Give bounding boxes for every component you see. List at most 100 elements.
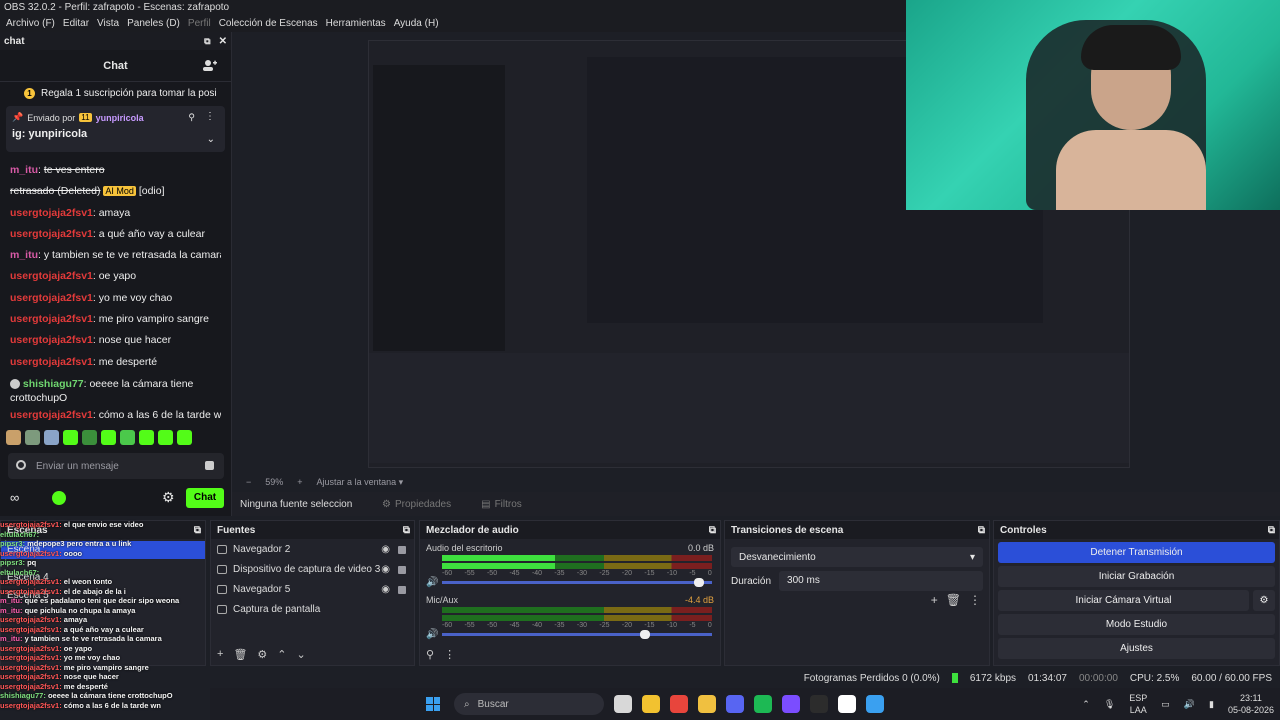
chat-username[interactable]: usergtojaja2fsv1 [10,334,93,346]
zoom-out-button[interactable]: − [246,477,251,487]
taskbar-app-icon[interactable] [782,695,800,713]
scene-item[interactable]: Escena [1,541,205,559]
chat-username[interactable]: usergtojaja2fsv1 [10,292,93,304]
gift-banner[interactable]: 1 Regala 1 suscripción para tomar la pos… [0,82,231,104]
studio-mode-button[interactable]: Modo Estudio [998,614,1275,635]
emote-icon[interactable] [120,430,135,445]
add-icon[interactable]: + [217,648,223,661]
volume-slider[interactable] [442,630,712,639]
float-icon[interactable]: ⧉ [978,525,985,536]
gear-icon[interactable]: ⚙ [257,648,267,661]
emote-icon[interactable] [25,430,40,445]
windows-start-icon[interactable] [426,697,440,711]
more-icon[interactable]: ⋮ [969,593,981,607]
volume-knob[interactable] [639,630,650,639]
volume-icon[interactable]: 🔊 [1184,699,1195,710]
source-item[interactable]: Dispositivo de captura de video 3 ◉ [211,559,414,579]
chat-username[interactable]: usergtojaja2fsv1 [10,313,93,325]
menu-paneles[interactable]: Paneles (D) [127,16,180,32]
trash-icon[interactable]: 🗑 [946,593,961,607]
taskbar-app-icon[interactable] [754,695,772,713]
eye-icon[interactable]: ◉ [381,564,390,575]
pinned-user[interactable]: yunpiricola [96,113,144,123]
chevron-up-icon[interactable]: ⌃ [1082,699,1090,710]
taskbar-app-icon[interactable] [866,695,884,713]
clock[interactable]: 23:11 05-08-2026 [1228,692,1274,716]
float-icon[interactable]: ⧉ [194,525,201,536]
taskbar-app-icon[interactable] [726,695,744,713]
float-icon[interactable]: ⧉ [709,525,716,536]
eye-icon[interactable]: ◉ [381,584,390,595]
emote-icon[interactable] [44,430,59,445]
chat-username[interactable]: usergtojaja2fsv1 [10,207,93,219]
emote-icon[interactable] [6,430,21,445]
link-icon[interactable]: ⚲ [426,648,434,661]
chat-username[interactable]: m_itu [10,164,38,176]
battery-icon[interactable]: ▮ [1209,699,1214,710]
close-icon[interactable]: ✕ [219,36,227,47]
menu-archivo[interactable]: Archivo (F) [6,16,55,32]
taskbar-search[interactable]: ⌕ Buscar [454,693,604,715]
eye-icon[interactable]: ◉ [381,544,390,555]
scene-item[interactable]: Escena 4 [1,569,205,587]
chat-username[interactable]: usergtojaja2fsv1 [10,356,93,368]
stop-stream-button[interactable]: Detener Transmisión [998,542,1275,563]
chat-input[interactable]: Enviar un mensaje [8,453,224,479]
down-icon[interactable]: ⌄ [297,648,306,661]
scene-item[interactable]: Escena 5 [1,587,205,605]
add-icon[interactable]: + [931,593,938,607]
language-indicator[interactable]: ESP LAA [1129,692,1147,716]
trash-icon[interactable]: 🗑 [233,648,247,661]
source-item[interactable]: Navegador 2 ◉ [211,539,414,559]
volume-slider[interactable] [442,578,712,587]
record-icon[interactable] [16,460,26,470]
chat-username[interactable]: usergtojaja2fsv1 [10,409,93,421]
volume-knob[interactable] [693,578,704,587]
emote-icon[interactable] [101,430,116,445]
users-icon[interactable] [203,59,217,71]
emote-icon[interactable] [139,430,154,445]
menu-editar[interactable]: Editar [63,16,89,32]
zoom-in-button[interactable]: + [297,477,302,487]
filters-button[interactable]: ▤ Filtros [481,499,522,510]
float-icon[interactable]: ⧉ [403,525,410,536]
virtual-camera-button[interactable]: Iniciar Cámara Virtual [998,590,1249,611]
emote-icon[interactable] [63,430,78,445]
chat-username[interactable]: shishiagu77 [23,378,84,390]
taskbar-app-icon[interactable] [838,695,856,713]
more-icon[interactable]: ⋮ [205,111,215,122]
lock-icon[interactable] [398,546,406,554]
up-icon[interactable]: ⌃ [277,648,286,661]
more-icon[interactable]: ⋮ [444,648,455,661]
settings-button[interactable]: Ajustes [998,638,1275,659]
kick-icon[interactable] [52,491,66,505]
mic-icon[interactable]: 🎙 [1104,699,1115,710]
network-icon[interactable]: ▭ [1161,699,1170,710]
chevron-down-icon[interactable]: ⌄ [207,134,215,145]
zoom-fit-select[interactable]: Ajustar a la ventana ▾ [317,477,404,488]
menu-vista[interactable]: Vista [97,16,119,32]
emote-icon[interactable] [177,430,192,445]
menu-coleccion-escenas[interactable]: Colección de Escenas [219,16,318,32]
float-icon[interactable]: ⧉ [1268,525,1275,536]
infinity-icon[interactable]: ∞ [10,490,19,505]
settings-icon[interactable]: ⚙ [162,489,175,506]
chat-username[interactable]: usergtojaja2fsv1 [10,228,93,240]
taskbar-app-icon[interactable] [698,695,716,713]
gear-icon[interactable]: ⚙ [1253,590,1275,611]
emoji-icon[interactable] [205,461,214,470]
menu-perfil[interactable]: Perfil [188,16,211,32]
menu-ayuda[interactable]: Ayuda (H) [394,16,439,32]
taskbar-app-icon[interactable] [642,695,660,713]
emote-icon[interactable] [82,430,97,445]
unpin-icon[interactable]: ⚲ [188,112,195,123]
chat-send-button[interactable]: Chat [186,488,224,508]
source-item[interactable]: Captura de pantalla [211,599,414,619]
emote-icon[interactable] [158,430,173,445]
taskbar-app-icon[interactable] [670,695,688,713]
start-recording-button[interactable]: Iniciar Grabación [998,566,1275,587]
speaker-icon[interactable]: 🔊 [426,629,438,640]
lock-icon[interactable] [398,586,406,594]
chat-username[interactable]: usergtojaja2fsv1 [10,270,93,282]
properties-button[interactable]: ⚙ Propiedades [382,499,451,510]
